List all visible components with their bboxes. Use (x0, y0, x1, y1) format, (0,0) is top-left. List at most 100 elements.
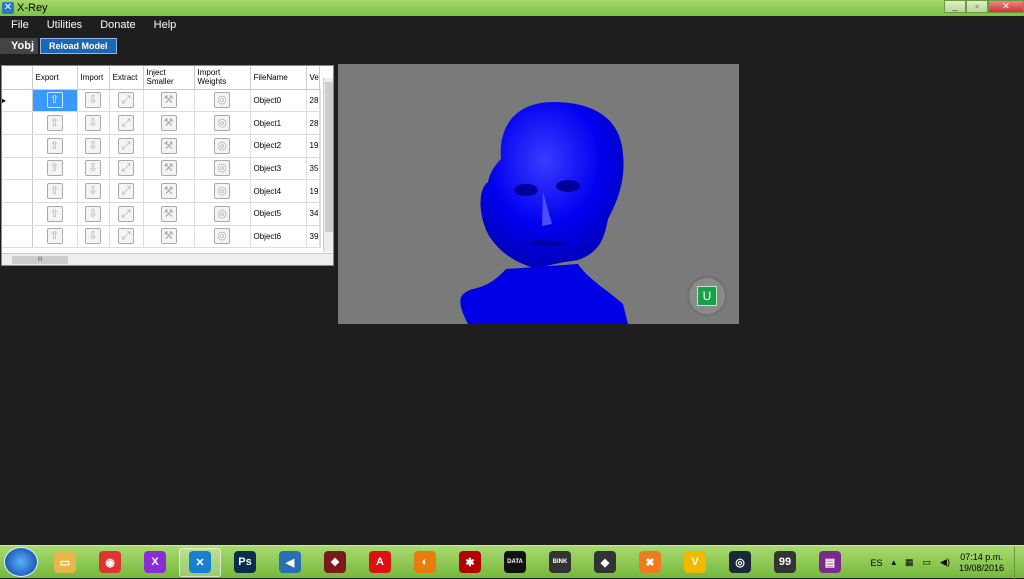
show-desktop-button[interactable] (1014, 546, 1024, 579)
menu-utilities[interactable]: Utilities (36, 19, 89, 31)
grid-cell-export[interactable]: ⇧ (32, 157, 78, 181)
grid-cell-import[interactable]: ⇩ (77, 202, 110, 226)
grid-horizontal-scrollbar[interactable]: III (2, 253, 333, 265)
row-header[interactable] (2, 111, 33, 135)
minimize-button[interactable]: _ (944, 0, 966, 13)
grid-cell-import-weights[interactable]: ◎ (194, 157, 251, 181)
export-icon[interactable]: ⇧ (46, 115, 63, 132)
grid-cell-inject-hammer[interactable]: ⚒ (143, 157, 195, 181)
horizontal-scroll-thumb[interactable]: III (12, 256, 68, 264)
menu-file[interactable]: File (0, 19, 36, 31)
taskbar-item-monitor-app[interactable]: 99 (764, 548, 806, 577)
table-row[interactable]: ⇧ ⇩ ⤢ ⚒ ◎ Object2 19 (2, 134, 321, 158)
column-header-ve[interactable]: Ve (306, 66, 320, 90)
inject-hammer-icon[interactable]: ⚒ (160, 137, 177, 154)
tray-expand-icon[interactable]: ▴ (891, 557, 896, 568)
inject-hammer-icon[interactable]: ⚒ (160, 160, 177, 177)
inject-hammer-icon[interactable]: ⚒ (160, 115, 177, 132)
battery-icon[interactable]: ▭ (923, 557, 932, 568)
export-icon[interactable]: ⇧ (46, 160, 63, 177)
row-header[interactable] (2, 179, 33, 203)
grid-cell-import-weights[interactable]: ◎ (194, 225, 251, 249)
filename-cell[interactable]: Object0 (250, 89, 307, 113)
inject-hammer-icon[interactable]: ⚒ (160, 92, 177, 109)
table-row[interactable]: ⇧ ⇩ ⤢ ⚒ ◎ Object6 39 (2, 225, 321, 249)
row-header[interactable]: ▸ (2, 89, 33, 113)
ve-cell[interactable]: 28 (306, 111, 320, 135)
table-row[interactable]: ⇧ ⇩ ⤢ ⚒ ◎ Object5 34 (2, 202, 321, 226)
grid-cell-inject-hammer[interactable]: ⚒ (143, 89, 195, 113)
ve-cell[interactable]: 39 (306, 225, 320, 249)
start-button[interactable] (4, 547, 38, 577)
extract-icon[interactable]: ⤢ (118, 115, 134, 132)
grid-cell-inject-hammer[interactable]: ⚒ (143, 134, 195, 158)
maximize-button[interactable]: ▫ (966, 0, 988, 13)
grid-cell-import[interactable]: ⇩ (77, 89, 110, 113)
grid-cell-extract[interactable]: ⤢ (109, 179, 144, 203)
clock[interactable]: 07:14 p.m. 19/08/2016 (959, 552, 1004, 574)
import-weights-icon[interactable]: ◎ (214, 137, 230, 154)
export-icon[interactable]: ⇧ (46, 205, 63, 222)
column-header-import[interactable]: Import (77, 66, 110, 90)
taskbar-item-shield-app[interactable]: ❖ (314, 548, 356, 577)
taskbar-item-x-rey[interactable]: ✕ (179, 547, 221, 577)
row-header[interactable] (2, 202, 33, 226)
column-header-export[interactable]: Export (32, 66, 78, 90)
ve-cell[interactable]: 34 (306, 202, 320, 226)
taskbar-item-bink-video[interactable]: BINK (539, 548, 581, 577)
inject-hammer-icon[interactable]: ⚒ (160, 205, 177, 222)
orientation-badge[interactable]: U (687, 276, 727, 316)
import-icon[interactable]: ⇩ (85, 137, 101, 154)
extract-icon[interactable]: ⤢ (118, 92, 134, 109)
extract-icon[interactable]: ⤢ (118, 228, 134, 245)
import-weights-icon[interactable]: ◎ (214, 160, 230, 177)
row-header[interactable] (2, 157, 33, 181)
taskbar-item-file-explorer[interactable]: ▭ (44, 548, 86, 577)
row-header[interactable] (2, 134, 33, 158)
grid-cell-import-weights[interactable]: ◎ (194, 111, 251, 135)
import-icon[interactable]: ⇩ (85, 205, 101, 222)
taskbar-item-audio-app[interactable]: ◀ (269, 548, 311, 577)
extract-icon[interactable]: ⤢ (118, 183, 134, 200)
grid-cell-export[interactable]: ⇧ (32, 225, 78, 249)
grid-cell-extract[interactable]: ⤢ (109, 157, 144, 181)
import-icon[interactable]: ⇩ (85, 183, 101, 200)
import-icon[interactable]: ⇩ (85, 115, 101, 132)
filename-cell[interactable]: Object2 (250, 134, 307, 158)
taskbar-item-adobe-app[interactable]: A (359, 548, 401, 577)
grid-cell-export[interactable]: ⇧ (32, 202, 78, 226)
grid-cell-inject-hammer[interactable]: ⚒ (143, 202, 195, 226)
filename-cell[interactable]: Object5 (250, 202, 307, 226)
taskbar-item-gear-app[interactable]: ✱ (449, 548, 491, 577)
inject-hammer-icon[interactable]: ⚒ (160, 183, 177, 200)
taskbar-item-diamond-app[interactable]: ◆ (584, 548, 626, 577)
grid-cell-import[interactable]: ⇩ (77, 157, 110, 181)
extract-icon[interactable]: ⤢ (118, 205, 134, 222)
volume-icon[interactable]: ◀) (940, 557, 950, 568)
grid-cell-import[interactable]: ⇩ (77, 111, 110, 135)
menu-help[interactable]: Help (143, 19, 184, 31)
close-button[interactable]: ✕ (988, 0, 1024, 13)
grid-vertical-scrollbar[interactable] (323, 78, 333, 252)
import-icon[interactable]: ⇩ (85, 160, 101, 177)
taskbar-item-photoshop[interactable]: Ps (224, 548, 266, 577)
grid-cell-extract[interactable]: ⤢ (109, 202, 144, 226)
taskbar-item-yellow-app[interactable]: V (674, 548, 716, 577)
import-weights-icon[interactable]: ◎ (214, 228, 230, 245)
grid-cell-export[interactable]: ⇧ (32, 111, 78, 135)
menu-donate[interactable]: Donate (89, 19, 142, 31)
ve-cell[interactable]: 19 (306, 179, 320, 203)
grid-cell-inject-hammer[interactable]: ⚒ (143, 179, 195, 203)
import-weights-icon[interactable]: ◎ (214, 92, 230, 109)
reload-model-button[interactable]: Reload Model (40, 38, 117, 54)
grid-cell-extract[interactable]: ⤢ (109, 111, 144, 135)
vertical-scroll-thumb[interactable] (325, 82, 333, 232)
export-icon[interactable]: ⇧ (46, 228, 63, 245)
grid-cell-import-weights[interactable]: ◎ (194, 202, 251, 226)
grid-cell-extract[interactable]: ⤢ (109, 89, 144, 113)
extract-icon[interactable]: ⤢ (118, 160, 134, 177)
taskbar-item-data-edit[interactable]: DATA (494, 548, 536, 577)
taskbar-item-winrar[interactable]: ▤ (809, 548, 851, 577)
column-header-extract[interactable]: Extract (109, 66, 144, 90)
export-icon[interactable]: ⇧ (46, 92, 63, 109)
